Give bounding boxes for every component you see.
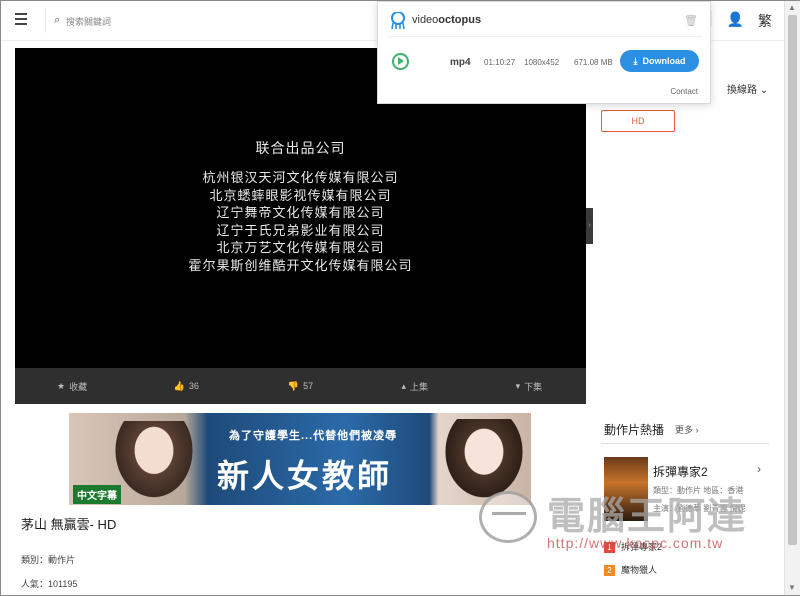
video-resolution: 1080x452: [524, 58, 560, 67]
hot-more-link[interactable]: 更多 ›: [675, 423, 699, 436]
hot-section-title: 動作片熱播: [604, 423, 665, 437]
like-count: 36: [188, 381, 199, 391]
divider: [601, 443, 769, 444]
ad-banner[interactable]: 為了守護學生...代替他們被凌辱 新人女教師 中文字幕: [69, 413, 531, 505]
brand-bold: octopus: [438, 14, 482, 26]
watermark-text: 電腦王阿達: [547, 496, 748, 538]
credit-line: 霍尔果斯创维酷开文化传媒有限公司: [188, 258, 413, 274]
rank-number: 2: [604, 565, 615, 576]
favorite-button[interactable]: ★ 收藏: [15, 368, 129, 404]
download-icon: ⤓: [633, 55, 638, 66]
mascot-icon: [479, 491, 537, 543]
collapse-handle[interactable]: ›: [586, 208, 593, 244]
user-icon[interactable]: 👤: [727, 11, 744, 31]
videooctopus-popup: videooctopus 🗑 mp4 01:10:27 1080x452 671…: [377, 1, 711, 104]
credits-head: 联合出品公司: [255, 141, 346, 157]
video-size: 671.08 MB: [574, 58, 613, 67]
browser-frame: ⌕ 搜索關鍵詞 📈 👤 繁 联合出品公司 杭州银汉天河文化传媒有限公司 北京蟋蟀…: [0, 0, 800, 596]
movie-title: 茅山 無贏雲- HD: [21, 517, 117, 532]
hot-item-name[interactable]: 拆彈專家2: [653, 463, 708, 480]
banner-title: 新人女教師: [217, 457, 393, 495]
video-credits: 联合出品公司 杭州银汉天河文化传媒有限公司 北京蟋蟀眼影视传媒有限公司 辽宁舞帝…: [15, 138, 586, 275]
movie-popularity: 人氣：101195: [21, 579, 78, 589]
caret-up-icon: ▴: [401, 380, 406, 391]
caret-down-icon: ▾: [515, 380, 521, 391]
scroll-down-icon[interactable]: ▼: [788, 583, 796, 592]
download-button[interactable]: ⤓ Download: [620, 50, 699, 72]
scrollbar[interactable]: ▲ ▼: [784, 1, 800, 595]
star-icon: ★: [57, 380, 66, 391]
thumbs-down-icon: 👎: [287, 380, 300, 391]
scroll-thumb[interactable]: [788, 15, 797, 545]
rank-name: 魔物獵人: [621, 565, 658, 575]
search-input[interactable]: 搜索關鍵詞: [66, 15, 111, 28]
like-button[interactable]: 👍 36: [129, 368, 243, 404]
trash-icon[interactable]: 🗑: [684, 14, 698, 27]
credit-line: 辽宁于氏兄弟影业有限公司: [216, 223, 385, 239]
banner-image-left: [109, 421, 199, 505]
menu-icon[interactable]: [15, 13, 31, 29]
videooctopus-brand: videooctopus: [412, 14, 481, 26]
play-icon[interactable]: [392, 53, 409, 70]
credit-line: 杭州银汉天河文化传媒有限公司: [202, 171, 399, 186]
video-controls: ★ 收藏 👍 36 👎 57 ▴ 上集 ▾ 下集: [15, 368, 586, 404]
search-box[interactable]: ⌕ 搜索關鍵詞: [45, 9, 375, 33]
dislike-button[interactable]: 👎 57: [243, 368, 357, 404]
rank-item[interactable]: 2 魔物獵人: [604, 563, 769, 577]
language-toggle[interactable]: 繁: [758, 11, 772, 31]
contact-link[interactable]: Contact: [670, 87, 698, 96]
search-icon: ⌕: [54, 14, 61, 26]
banner-tag: 中文字幕: [73, 485, 121, 504]
brand-light: video: [412, 14, 439, 26]
chevron-right-icon[interactable]: ›: [757, 462, 761, 476]
next-episode-button[interactable]: ▾ 下集: [472, 368, 586, 404]
banner-subtitle: 為了守護學生...代替他們被凌辱: [229, 430, 398, 442]
download-label: Download: [642, 56, 686, 66]
prev-label: 上集: [409, 381, 428, 392]
site-watermark: 電腦王阿達 http://www.kocpc.com.tw: [479, 485, 759, 555]
credit-line: 北京蟋蟀眼影视传媒有限公司: [209, 188, 392, 204]
favorite-label: 收藏: [69, 381, 88, 392]
dislike-count: 57: [303, 381, 314, 391]
video-format: mp4: [450, 57, 471, 68]
hd-source-button[interactable]: HD: [601, 110, 675, 132]
credit-line: 辽宁舞帝文化传媒有限公司: [216, 206, 385, 221]
scroll-up-icon[interactable]: ▲: [788, 3, 796, 12]
octopus-logo-icon: [391, 12, 405, 30]
watermark-url: http://www.kocpc.com.tw: [547, 535, 724, 551]
next-label: 下集: [524, 381, 543, 392]
credit-line: 北京万艺文化传媒有限公司: [216, 241, 385, 256]
divider: [388, 36, 702, 37]
thumbs-up-icon: 👍: [173, 380, 185, 391]
video-duration: 01:10:27: [484, 58, 516, 67]
movie-category: 類別：動作片: [21, 555, 76, 565]
route-selector[interactable]: 換線路 ⌄: [727, 81, 768, 96]
prev-episode-button[interactable]: ▴ 上集: [358, 368, 472, 404]
